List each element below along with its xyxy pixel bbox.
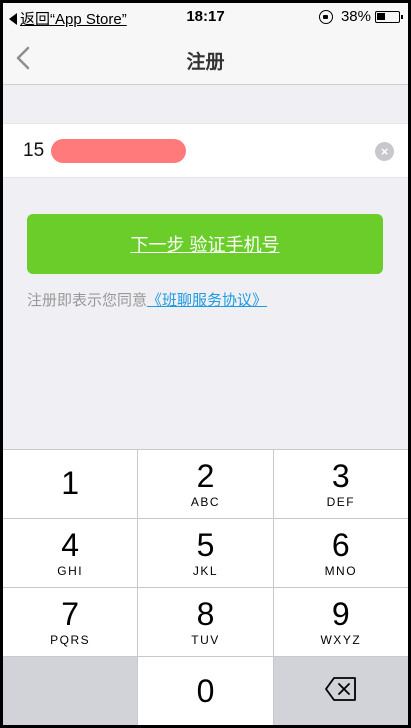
status-right: 38% <box>318 8 403 25</box>
key-letters: MNO <box>324 564 358 578</box>
key-blank <box>3 657 138 725</box>
phone-value: 15 <box>23 140 45 161</box>
clear-icon[interactable]: × <box>375 142 394 161</box>
key-letters: JKL <box>192 564 219 578</box>
key-2[interactable]: 2 ABC <box>138 450 273 518</box>
key-number: 9 <box>331 596 350 632</box>
key-8[interactable]: 8 TUV <box>138 588 273 656</box>
key-number: 0 <box>196 673 215 709</box>
key-number: 1 <box>61 465 80 501</box>
key-4[interactable]: 4 GHI <box>3 519 138 587</box>
service-agreement-link[interactable]: 《班聊服务协议》 <box>147 292 267 309</box>
delete-key[interactable] <box>273 657 408 725</box>
key-number: 2 <box>196 458 215 494</box>
key-letters: GHI <box>57 564 84 578</box>
key-number: 8 <box>196 596 215 632</box>
key-letters: DEF <box>326 495 356 509</box>
backspace-icon <box>324 676 358 707</box>
battery-percent: 38% <box>340 8 371 25</box>
key-0[interactable]: 0 <box>138 657 273 725</box>
key-9[interactable]: 9 WXYZ <box>273 588 408 656</box>
key-number: 5 <box>196 527 215 563</box>
redaction-mark <box>51 139 186 163</box>
key-7[interactable]: 7 PQRS <box>3 588 138 656</box>
key-letters: PQRS <box>50 633 91 647</box>
next-verify-phone-button[interactable]: 下一步 验证手机号 <box>27 214 383 274</box>
agreement-text: 注册即表示您同意《班聊服务协议》 <box>27 289 267 310</box>
battery-icon <box>375 10 403 23</box>
key-6[interactable]: 6 MNO <box>273 519 408 587</box>
rotation-lock-icon <box>318 9 333 24</box>
key-letters: TUV <box>191 633 220 647</box>
key-number: 3 <box>331 458 350 494</box>
key-5[interactable]: 5 JKL <box>138 519 273 587</box>
key-letters: ABC <box>190 495 221 509</box>
numeric-keypad: 1 2 ABC 3 DEF 4 GHI 5 JKL 6 MNO 7 PQRS 8 <box>3 449 408 725</box>
phone-input[interactable]: 15 × <box>3 123 408 178</box>
key-number: 4 <box>61 527 80 563</box>
status-bar: 返回“App Store” 18:17 38% <box>3 3 408 31</box>
key-number: 7 <box>61 596 80 632</box>
key-3[interactable]: 3 DEF <box>273 450 408 518</box>
page-title: 注册 <box>186 52 225 73</box>
key-1[interactable]: 1 <box>3 450 138 518</box>
key-number: 6 <box>331 527 350 563</box>
key-letters: WXYZ <box>320 633 362 647</box>
agreement-prefix: 注册即表示您同意 <box>27 292 148 309</box>
nav-bar: 注册 <box>3 31 408 85</box>
screen: 返回“App Store” 18:17 38% 注册 15 × 下一步 验证手机… <box>3 3 408 725</box>
